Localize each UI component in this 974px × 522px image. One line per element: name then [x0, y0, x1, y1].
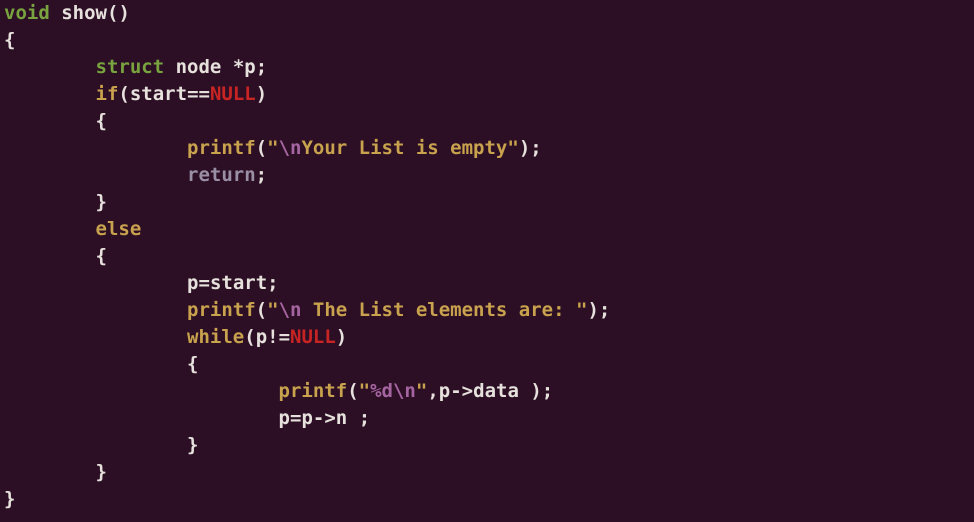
semicolon: ; — [267, 272, 278, 294]
paren-open: ( — [244, 326, 255, 348]
paren-close: ) — [530, 380, 541, 402]
var-p: p — [301, 407, 312, 429]
paren-close: ) — [519, 137, 530, 159]
op-assign: = — [198, 272, 209, 294]
string-quote: " — [416, 380, 427, 402]
space — [50, 2, 61, 24]
member-n: n — [336, 407, 347, 429]
paren-close: ) — [587, 299, 598, 321]
var-p: p — [256, 326, 267, 348]
space — [164, 56, 175, 78]
op-eq: == — [187, 83, 210, 105]
brace-open: { — [187, 353, 198, 375]
escape-n: \n — [393, 380, 416, 402]
string-quote: " — [267, 137, 278, 159]
escape-n: \n — [279, 299, 302, 321]
semicolon: ; — [530, 137, 541, 159]
semicolon: ; — [599, 299, 610, 321]
string-quote: " — [576, 299, 587, 321]
var-p: p — [279, 407, 290, 429]
format-d: %d — [370, 380, 393, 402]
paren-close: ) — [118, 2, 129, 24]
semicolon: ; — [542, 380, 553, 402]
semicolon: ; — [256, 164, 267, 186]
string-text: The List elements are: — [301, 299, 576, 321]
string-quote: " — [359, 380, 370, 402]
brace-close: } — [4, 488, 15, 510]
op-arrow: -> — [450, 380, 473, 402]
keyword-while: while — [187, 326, 244, 348]
brace-close: } — [96, 191, 107, 213]
star-op: * — [233, 56, 244, 78]
keyword-void: void — [4, 2, 50, 24]
brace-open: { — [4, 29, 15, 51]
space — [347, 407, 358, 429]
paren-open: ( — [256, 137, 267, 159]
brace-open: { — [96, 110, 107, 132]
var-start: start — [130, 83, 187, 105]
semicolon: ; — [359, 407, 370, 429]
op-arrow: -> — [313, 407, 336, 429]
string-quote: " — [507, 137, 518, 159]
var-p: p — [187, 272, 198, 294]
op-neq: != — [267, 326, 290, 348]
code-block: void show() { struct node *p; if(start==… — [0, 0, 974, 513]
call-printf: printf — [279, 380, 348, 402]
keyword-else: else — [96, 218, 142, 240]
space — [519, 380, 530, 402]
keyword-null: NULL — [210, 83, 256, 105]
paren-close: ) — [256, 83, 267, 105]
var-p: p — [244, 56, 255, 78]
keyword-return: return — [187, 164, 256, 186]
call-printf: printf — [187, 137, 256, 159]
function-name: show — [61, 2, 107, 24]
paren-close: ) — [336, 326, 347, 348]
space — [221, 56, 232, 78]
paren-open: ( — [107, 2, 118, 24]
paren-open: ( — [118, 83, 129, 105]
member-data: data — [473, 380, 519, 402]
escape-n: \n — [279, 137, 302, 159]
call-printf: printf — [187, 299, 256, 321]
brace-open: { — [96, 245, 107, 267]
var-start: start — [210, 272, 267, 294]
keyword-if: if — [96, 83, 119, 105]
string-quote: " — [267, 299, 278, 321]
brace-close: } — [96, 461, 107, 483]
semicolon: ; — [256, 56, 267, 78]
keyword-struct: struct — [96, 56, 165, 78]
paren-open: ( — [347, 380, 358, 402]
string-text: Your List is empty — [301, 137, 507, 159]
type-node: node — [176, 56, 222, 78]
keyword-null: NULL — [290, 326, 336, 348]
var-p: p — [439, 380, 450, 402]
comma: , — [427, 380, 438, 402]
brace-close: } — [187, 434, 198, 456]
paren-open: ( — [256, 299, 267, 321]
op-assign: = — [290, 407, 301, 429]
